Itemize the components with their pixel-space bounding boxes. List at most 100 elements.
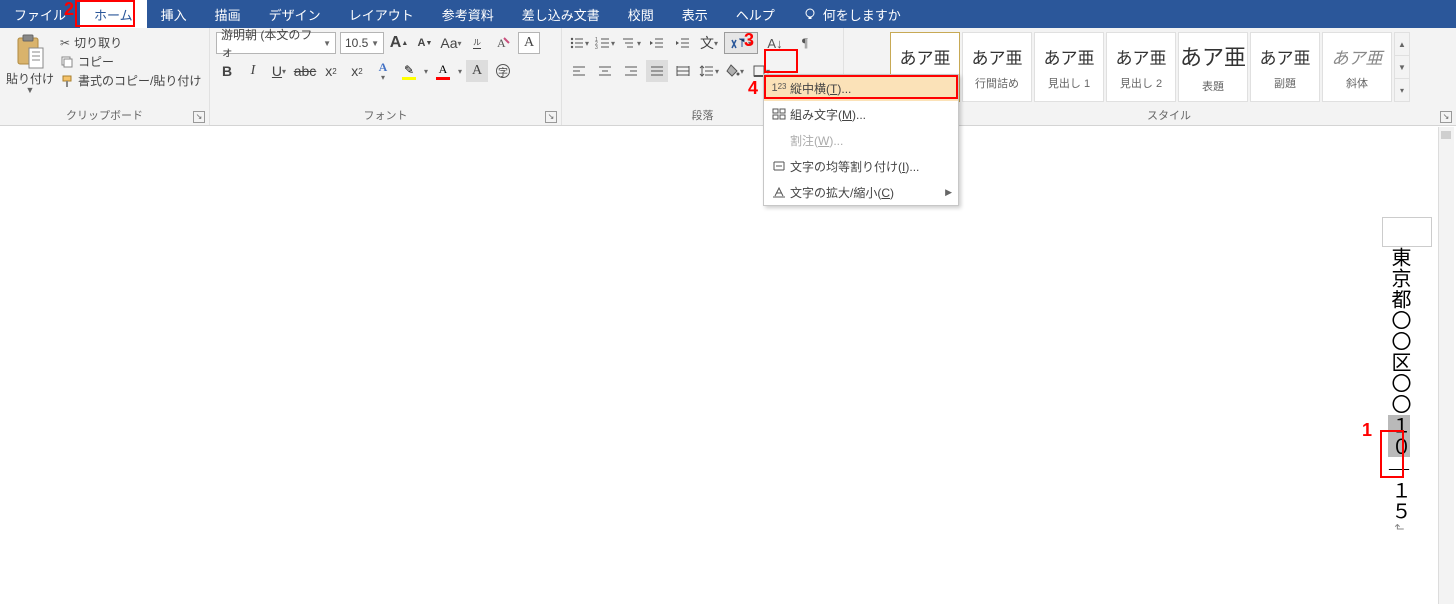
- change-case-icon: Aa: [440, 35, 457, 51]
- submenu-arrow-icon: ▶: [945, 187, 952, 198]
- paste-dropdown-caret[interactable]: ▼: [26, 85, 35, 95]
- document-area[interactable]: 東京都〇〇区〇〇１０―１５↲: [0, 127, 1456, 604]
- char-shading-button[interactable]: A: [466, 60, 488, 82]
- char-border-button[interactable]: A: [518, 32, 540, 54]
- line-spacing-button[interactable]: ▾: [698, 60, 720, 82]
- increase-indent-button[interactable]: [672, 32, 694, 54]
- align-left-button[interactable]: [568, 60, 590, 82]
- style-subtitle[interactable]: あア亜 副題: [1250, 32, 1320, 102]
- sort-button[interactable]: A↓: [762, 32, 788, 54]
- group-font: 游明朝 (本文のフォ▼ 10.5▼ ▲ ▼ Aa▾ ル A A B: [210, 28, 562, 125]
- tab-references[interactable]: 参考資料: [428, 0, 508, 28]
- numbering-button[interactable]: 123▾: [594, 32, 616, 54]
- italic-button[interactable]: I: [242, 60, 264, 82]
- tab-home[interactable]: ホーム: [80, 0, 147, 28]
- font-name-value: 游明朝 (本文のフォ: [221, 26, 323, 60]
- tell-me-label: 何をしますか: [823, 5, 901, 24]
- superscript-button[interactable]: x2: [346, 60, 368, 82]
- tab-mailings[interactable]: 差し込み文書: [508, 0, 614, 28]
- tab-layout[interactable]: レイアウト: [335, 0, 428, 28]
- enclose-char-button[interactable]: 字: [492, 60, 514, 82]
- distribute-button[interactable]: [672, 60, 694, 82]
- copy-button[interactable]: コピー: [60, 53, 201, 70]
- align-center-button[interactable]: [594, 60, 616, 82]
- styles-scroll: ▲ ▼ ▾: [1394, 32, 1410, 102]
- style-no-spacing[interactable]: あア亜 行間詰め: [962, 32, 1032, 102]
- show-marks-button[interactable]: ¶: [792, 32, 818, 54]
- bold-button[interactable]: B: [216, 60, 238, 82]
- group-label-font: フォント: [364, 107, 408, 123]
- menu-tatechuyoko[interactable]: 123 縦中横(T)...: [764, 75, 958, 101]
- ruby-button[interactable]: ル: [466, 32, 488, 54]
- style-heading1[interactable]: あア亜 見出し 1: [1034, 32, 1104, 102]
- text-direction-button[interactable]: 文▾: [698, 32, 720, 54]
- clear-formatting-icon: A: [495, 35, 511, 51]
- tab-file[interactable]: ファイル: [0, 0, 80, 28]
- styles-scroll-up[interactable]: ▲: [1395, 33, 1409, 56]
- shrink-font-icon: [418, 37, 426, 49]
- group-label-paragraph: 段落: [692, 107, 714, 123]
- tatechuyoko-icon: 123: [768, 82, 790, 94]
- font-color-button[interactable]: A: [432, 60, 454, 82]
- shading-button[interactable]: ▾: [724, 60, 746, 82]
- vertical-scrollbar[interactable]: [1438, 127, 1454, 604]
- highlight-icon: ✎: [404, 63, 414, 77]
- align-right-button[interactable]: [620, 60, 642, 82]
- text-selection: １０: [1388, 415, 1410, 457]
- tab-design[interactable]: デザイン: [255, 0, 335, 28]
- font-size-dropdown[interactable]: 10.5▼: [340, 32, 384, 54]
- menu-char-scale[interactable]: 文字の拡大/縮小(C) ▶: [764, 179, 958, 205]
- scissors-icon: ✂: [60, 36, 70, 50]
- asian-layout-button[interactable]: ▾: [724, 32, 758, 54]
- scrollbar-thumb[interactable]: [1441, 131, 1451, 139]
- decrease-indent-button[interactable]: [646, 32, 668, 54]
- pilcrow-icon: ¶: [802, 35, 808, 51]
- font-dialog-launcher[interactable]: ↘: [545, 111, 557, 123]
- style-italic[interactable]: あア亜 斜体: [1322, 32, 1392, 102]
- bullets-button[interactable]: ▾: [568, 32, 590, 54]
- multilevel-list-button[interactable]: ▾: [620, 32, 642, 54]
- copy-icon: [60, 55, 74, 69]
- document-text[interactable]: 東京都〇〇区〇〇１０―１５↲: [1388, 247, 1410, 533]
- styles-dialog-launcher[interactable]: ↘: [1440, 111, 1452, 123]
- svg-text:3: 3: [595, 45, 598, 51]
- align-justify-button[interactable]: [646, 60, 668, 82]
- shrink-font-button[interactable]: ▼: [414, 32, 436, 54]
- tab-view[interactable]: 表示: [668, 0, 722, 28]
- style-heading2[interactable]: あア亜 見出し 2: [1106, 32, 1176, 102]
- format-painter-button[interactable]: 書式のコピー/貼り付け: [60, 72, 201, 89]
- paste-button[interactable]: 貼り付け ▼: [6, 32, 54, 95]
- tell-me[interactable]: 何をしますか: [789, 0, 915, 28]
- tab-draw[interactable]: 描画: [201, 0, 255, 28]
- char-scale-icon: [768, 185, 790, 199]
- highlight-button[interactable]: ✎: [398, 60, 420, 82]
- text-effects-button[interactable]: A ▾: [372, 60, 394, 82]
- text-direction-icon: 文: [700, 33, 714, 53]
- subscript-button[interactable]: x2: [320, 60, 342, 82]
- font-name-dropdown[interactable]: 游明朝 (本文のフォ▼: [216, 32, 336, 54]
- format-painter-icon: [60, 74, 74, 88]
- combine-icon: [768, 107, 790, 121]
- tab-insert[interactable]: 挿入: [147, 0, 201, 28]
- paragraph-mark-icon: ↲: [1392, 522, 1406, 533]
- grow-font-button[interactable]: ▲: [388, 32, 410, 54]
- menu-combine-characters[interactable]: 組み文字(M)...: [764, 101, 958, 127]
- ribbon-tabbar: ファイル ホーム 挿入 描画 デザイン レイアウト 参考資料 差し込み文書 校閲…: [0, 0, 1456, 28]
- group-styles: あア亜 標 あア亜 行間詰め あア亜 見出し 1 あア亜 見出し 2 あア亜: [882, 28, 1456, 125]
- page-edge: [1382, 217, 1432, 247]
- clipboard-dialog-launcher[interactable]: ↘: [193, 111, 205, 123]
- tab-review[interactable]: 校閲: [614, 0, 668, 28]
- strikethrough-button[interactable]: abc: [294, 60, 316, 82]
- cut-button[interactable]: ✂ 切り取り: [60, 34, 201, 51]
- group-label-styles: スタイル: [1147, 107, 1191, 123]
- text-after-selection: ―１５: [1388, 457, 1410, 522]
- tab-help[interactable]: ヘルプ: [722, 0, 789, 28]
- change-case-button[interactable]: Aa▾: [440, 32, 462, 54]
- style-title[interactable]: あア亜 表題: [1178, 32, 1248, 102]
- menu-fit-text[interactable]: 文字の均等割り付け(I)...: [764, 153, 958, 179]
- styles-scroll-down[interactable]: ▼: [1395, 56, 1409, 79]
- clear-formatting-button[interactable]: A: [492, 32, 514, 54]
- underline-button[interactable]: U▾: [268, 60, 290, 82]
- fit-text-icon: [768, 159, 790, 173]
- styles-expand[interactable]: ▾: [1395, 79, 1409, 101]
